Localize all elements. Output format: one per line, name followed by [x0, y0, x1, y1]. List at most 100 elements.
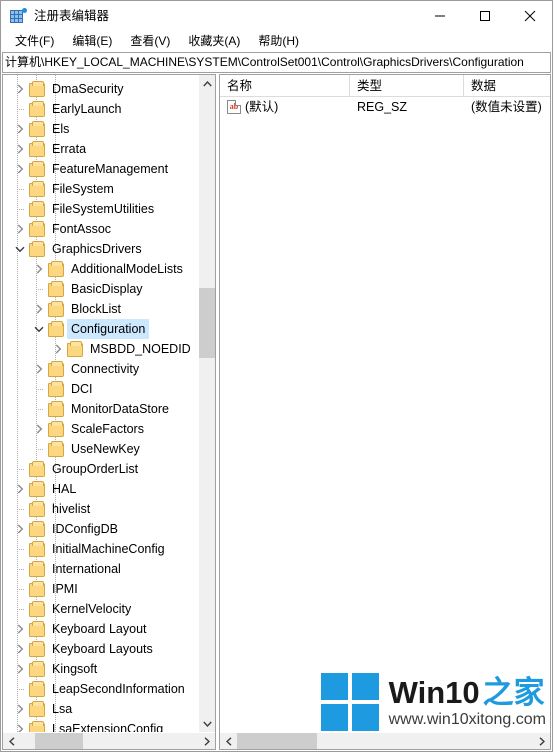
tree-item[interactable]: IPMI	[3, 579, 198, 599]
chevron-right-icon[interactable]	[12, 479, 28, 499]
tree-item[interactable]: AdditionalModeLists	[3, 259, 198, 279]
chevron-right-icon[interactable]	[12, 219, 28, 239]
tree-item[interactable]: Connectivity	[3, 359, 198, 379]
chevron-right-icon[interactable]	[12, 719, 28, 732]
values-scroll-left-button[interactable]	[220, 733, 237, 749]
values-horizontal-scrollbar[interactable]	[220, 732, 550, 749]
tree-item-label: FileSystem	[52, 182, 114, 196]
chevron-right-icon[interactable]	[12, 639, 28, 659]
chevron-right-icon[interactable]	[50, 339, 66, 359]
column-header-type[interactable]: 类型	[350, 74, 464, 97]
scroll-down-button[interactable]	[199, 715, 215, 732]
tree-item[interactable]: UseNewKey	[3, 439, 198, 459]
tree-item[interactable]: InitialMachineConfig	[3, 539, 198, 559]
chevron-right-icon[interactable]	[31, 299, 47, 319]
scroll-right-button[interactable]	[198, 733, 215, 749]
menu-item-help[interactable]: 帮助(H)	[249, 32, 308, 52]
tree-item-label: BasicDisplay	[71, 282, 143, 296]
registry-tree[interactable]: DmaSecurity EarlyLaunch Els Errata FeatureMa…	[3, 75, 198, 732]
tree-item-label: EarlyLaunch	[52, 102, 122, 116]
values-list[interactable]: ab (默认) REG_SZ (数值未设置)	[220, 97, 550, 732]
column-header-data[interactable]: 数据	[464, 75, 550, 97]
chevron-right-icon[interactable]	[12, 619, 28, 639]
chevron-down-icon[interactable]	[31, 319, 47, 339]
chevron-right-icon[interactable]	[12, 519, 28, 539]
menu-item-favorites[interactable]: 收藏夹(A)	[179, 32, 249, 52]
tree-item[interactable]: BasicDisplay	[3, 279, 198, 299]
chevron-right-icon[interactable]	[31, 359, 47, 379]
tree-item[interactable]: DCI	[3, 379, 198, 399]
tree-item[interactable]: Kingsoft	[3, 659, 198, 679]
tree-item[interactable]: MonitorDataStore	[3, 399, 198, 419]
menu-item-view[interactable]: 查看(V)	[121, 32, 179, 52]
value-row[interactable]: ab (默认) REG_SZ (数值未设置)	[220, 97, 550, 117]
chevron-right-icon[interactable]	[12, 699, 28, 719]
tree-item[interactable]: Els	[3, 119, 198, 139]
tree-scroll-thumb[interactable]	[199, 288, 215, 358]
tree-horizontal-scrollbar[interactable]	[3, 732, 215, 749]
value-name-text: (默认)	[245, 100, 279, 114]
tree-item[interactable]: EarlyLaunch	[3, 99, 198, 119]
values-scroll-right-button[interactable]	[533, 733, 550, 749]
close-button[interactable]	[507, 1, 552, 31]
tree-hscroll-track[interactable]	[20, 733, 198, 749]
tree-item[interactable]: FileSystemUtilities	[3, 199, 198, 219]
folder-icon	[47, 379, 64, 399]
values-hscroll-thumb[interactable]	[237, 733, 317, 749]
chevron-down-icon[interactable]	[12, 239, 28, 259]
tree-item[interactable]: LsaExtensionConfig	[3, 719, 198, 732]
values-hscroll-track[interactable]	[237, 733, 533, 749]
menu-item-file[interactable]: 文件(F)	[6, 32, 63, 52]
chevron-right-icon[interactable]	[12, 159, 28, 179]
minimize-button[interactable]	[417, 1, 462, 31]
tree-item[interactable]: hivelist	[3, 499, 198, 519]
tree-item[interactable]: FontAssoc	[3, 219, 198, 239]
scroll-up-button[interactable]	[199, 75, 215, 92]
address-bar[interactable]: 计算机\HKEY_LOCAL_MACHINE\SYSTEM\ControlSet…	[2, 52, 551, 73]
tree-item[interactable]: LeapSecondInformation	[3, 679, 198, 699]
tree-leaf-spacer	[31, 439, 47, 459]
tree-item[interactable]: FileSystem	[3, 179, 198, 199]
chevron-right-icon[interactable]	[12, 659, 28, 679]
tree-item[interactable]: GraphicsDrivers	[3, 239, 198, 259]
tree-item-label: Connectivity	[71, 362, 140, 376]
chevron-right-icon[interactable]	[31, 259, 47, 279]
chevron-right-icon[interactable]	[12, 79, 28, 99]
maximize-button[interactable]	[462, 1, 507, 31]
menu-item-edit[interactable]: 编辑(E)	[63, 32, 121, 52]
tree-item[interactable]: ScaleFactors	[3, 419, 198, 439]
tree-item[interactable]: Keyboard Layouts	[3, 639, 198, 659]
tree-item-label: FileSystemUtilities	[52, 202, 155, 216]
tree-vertical-scrollbar[interactable]	[198, 75, 215, 732]
tree-item[interactable]: KernelVelocity	[3, 599, 198, 619]
tree-item[interactable]: MSBDD_NOEDID	[3, 339, 198, 359]
folder-icon	[47, 419, 64, 439]
column-header-name[interactable]: 名称	[220, 74, 350, 97]
tree-item[interactable]: Errata	[3, 139, 198, 159]
tree-item[interactable]: Configuration	[3, 319, 198, 339]
tree-item[interactable]: HAL	[3, 479, 198, 499]
tree-item[interactable]: GroupOrderList	[3, 459, 198, 479]
tree-item[interactable]: BlockList	[3, 299, 198, 319]
tree-item[interactable]: DmaSecurity	[3, 79, 198, 99]
tree-scroll-track[interactable]	[199, 92, 215, 715]
folder-icon	[47, 399, 64, 419]
chevron-right-icon[interactable]	[31, 419, 47, 439]
tree-item[interactable]: Keyboard Layout	[3, 619, 198, 639]
scroll-left-button[interactable]	[3, 733, 20, 749]
tree-item[interactable]: FeatureManagement	[3, 159, 198, 179]
tree-item[interactable]: International	[3, 559, 198, 579]
tree-item[interactable]: Lsa	[3, 699, 198, 719]
chevron-right-icon[interactable]	[12, 119, 28, 139]
chevron-right-icon[interactable]	[12, 139, 28, 159]
tree-leaf-spacer	[12, 499, 28, 519]
tree-item[interactable]: IDConfigDB	[3, 519, 198, 539]
tree-hscroll-thumb[interactable]	[35, 733, 83, 749]
